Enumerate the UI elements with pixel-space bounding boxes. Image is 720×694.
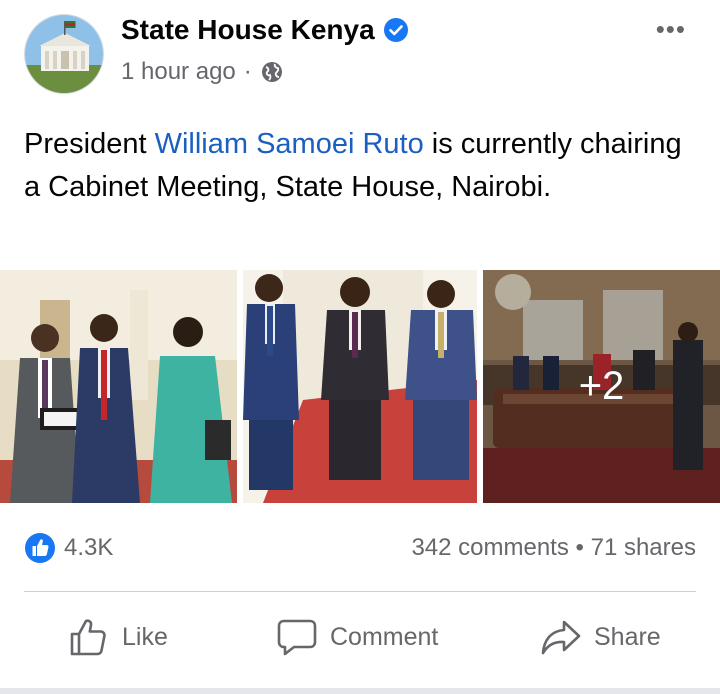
share-label: Share (594, 622, 661, 651)
more-options-icon[interactable]: ••• (656, 14, 686, 45)
photo-gallery: +2 (0, 270, 720, 503)
post-header: State House Kenya 1 hour ago · ••• (0, 0, 720, 110)
meta-separator: · (243, 58, 252, 85)
mention-link[interactable]: William Samoei Ruto (155, 128, 424, 160)
like-label: Like (122, 622, 168, 651)
more-photos-count[interactable]: +2 (483, 270, 720, 503)
page-name[interactable]: State House Kenya (121, 14, 375, 46)
engagement-counts: 342 comments • 71 shares (411, 534, 696, 562)
share-arrow-icon (541, 620, 581, 655)
like-button[interactable]: Like (68, 612, 168, 662)
photo-3[interactable]: +2 (483, 270, 720, 503)
post-separator (0, 688, 720, 694)
post-text-before: President (24, 128, 155, 160)
divider (24, 591, 696, 592)
photo-1[interactable] (0, 270, 237, 503)
verified-badge-icon (383, 18, 408, 42)
comments-count[interactable]: 342 comments (411, 534, 568, 561)
page-avatar[interactable] (24, 14, 104, 94)
globe-icon (261, 62, 282, 82)
shares-count[interactable]: 71 shares (591, 534, 696, 561)
page-name-row: State House Kenya (121, 14, 409, 46)
thumbs-up-icon (70, 619, 106, 656)
comment-button[interactable]: Comment (276, 612, 438, 662)
post-timestamp[interactable]: 1 hour ago (121, 58, 236, 86)
like-icon[interactable] (24, 532, 56, 564)
post-stats: 4.3K 342 comments • 71 shares (0, 530, 720, 570)
post-meta: 1 hour ago · (121, 58, 284, 86)
action-bar: Like Comment Share (0, 600, 720, 676)
share-button[interactable]: Share (540, 612, 661, 662)
comment-label: Comment (330, 622, 439, 651)
post-text: President William Samoei Ruto is current… (24, 123, 684, 209)
likes-count[interactable]: 4.3K (64, 534, 113, 562)
comment-bubble-icon (277, 619, 317, 656)
stats-dot: • (575, 534, 584, 561)
photo-2[interactable] (243, 270, 477, 503)
